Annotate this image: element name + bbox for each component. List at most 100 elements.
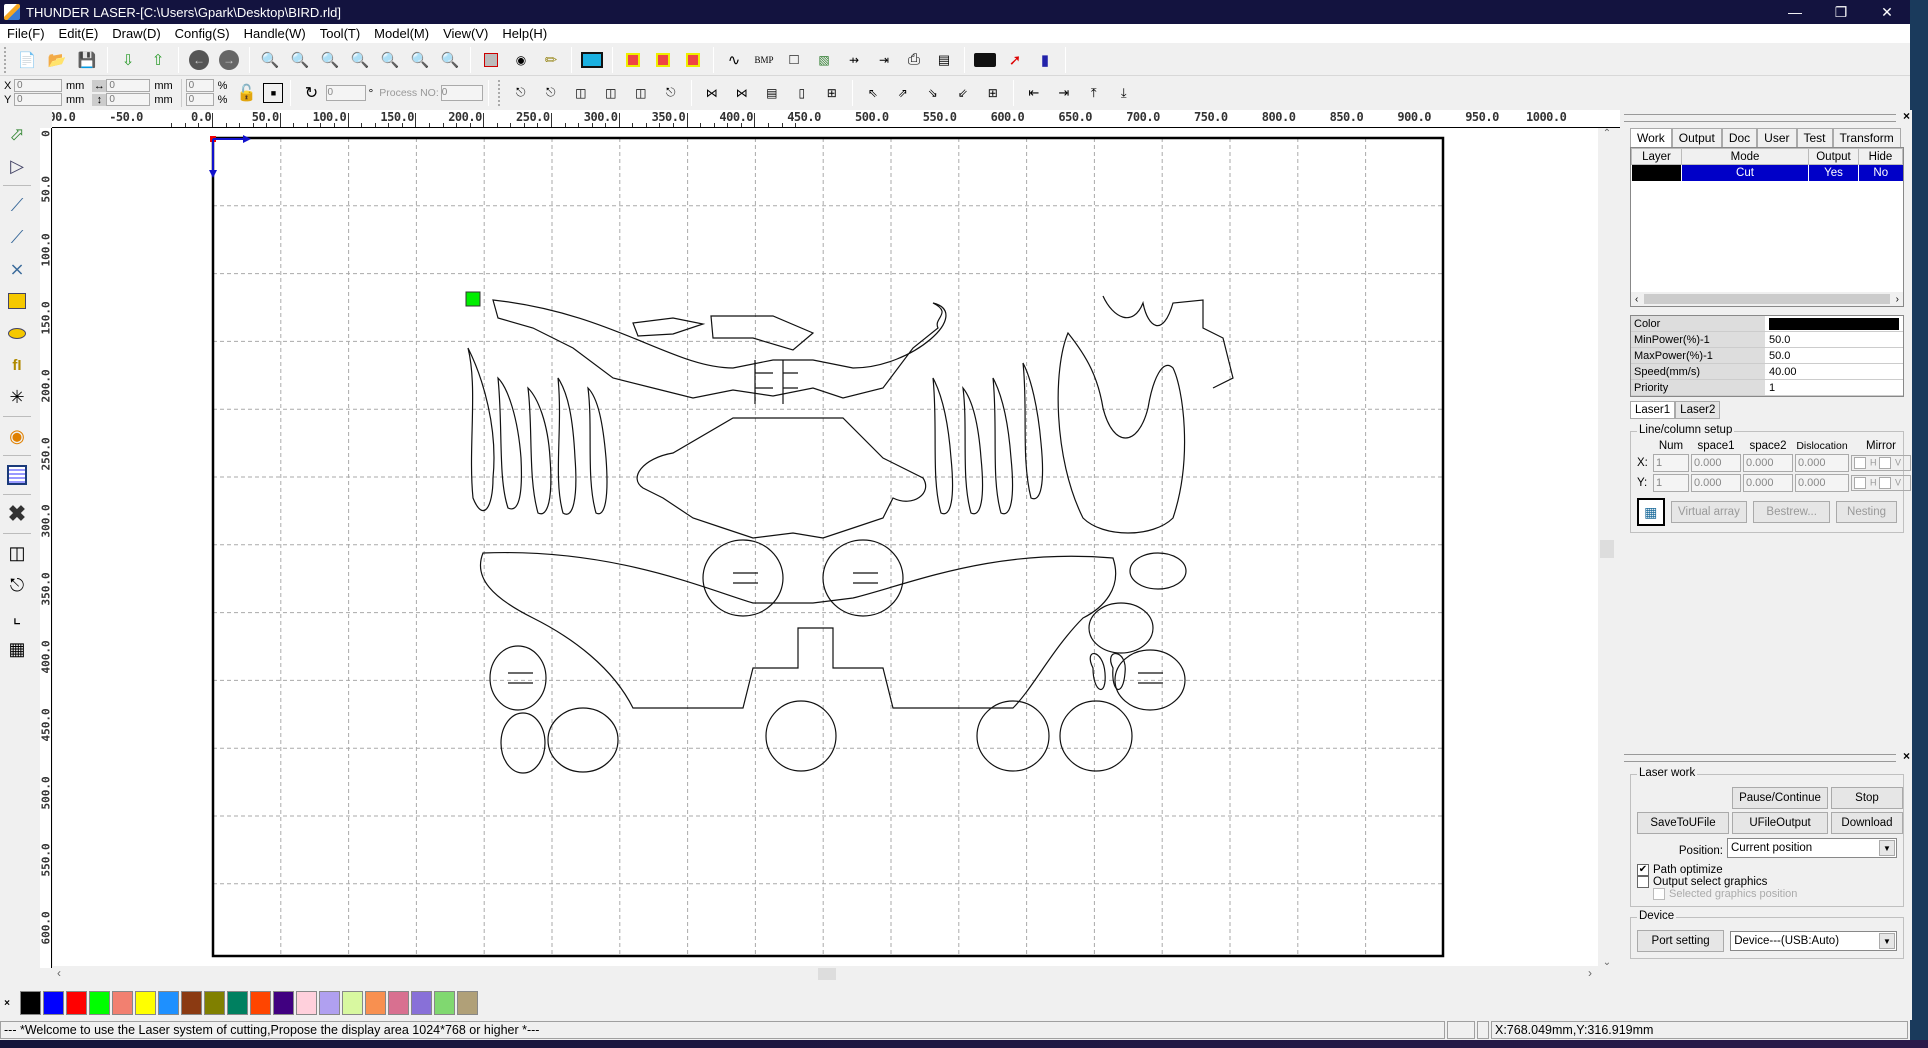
palette-swatch[interactable]	[181, 991, 202, 1015]
mirror-h-icon[interactable]: ◫	[3, 539, 31, 567]
arrow-up-icon[interactable]: ⤒	[1081, 80, 1107, 106]
layer-row[interactable]: Cut Yes No	[1631, 164, 1903, 181]
pen-tool-icon[interactable]: ✏	[538, 47, 564, 73]
align-edge-icon[interactable]: ⇥	[871, 47, 897, 73]
menu-help[interactable]: Help(H)	[495, 26, 554, 41]
color-swatch[interactable]	[1769, 317, 1899, 330]
horizontal-scroll-thumb[interactable]	[818, 968, 836, 980]
ufile-output-button[interactable]: UFileOutput	[1732, 812, 1828, 834]
space-h-icon[interactable]: ⋈	[699, 80, 725, 106]
nesting-button[interactable]: Nesting	[1836, 501, 1898, 523]
palette-swatch[interactable]	[204, 991, 225, 1015]
menu-model[interactable]: Model(M)	[367, 26, 436, 41]
drawing-canvas[interactable]	[53, 128, 1608, 966]
center-v-icon[interactable]: ⎋	[658, 80, 684, 106]
pause-continue-button[interactable]: Pause/Continue	[1732, 787, 1828, 809]
bestrew-button[interactable]: Bestrew...	[1753, 501, 1831, 523]
tab-work[interactable]: Work	[1630, 128, 1672, 147]
x-num-input[interactable]: 1	[1653, 454, 1689, 472]
tab-transform[interactable]: Transform	[1832, 128, 1901, 147]
layer-select-icon[interactable]	[650, 47, 676, 73]
column-header-layer[interactable]: Layer	[1631, 148, 1682, 165]
dist-h-icon[interactable]: ⇸	[841, 47, 867, 73]
palette-swatch[interactable]	[411, 991, 432, 1015]
scroll-up-icon[interactable]: ⌃	[1598, 128, 1616, 139]
horizontal-scrollbar[interactable]: ‹ ›	[53, 966, 1598, 982]
virtual-array-button[interactable]: Virtual array	[1670, 501, 1748, 523]
palette-swatch[interactable]	[250, 991, 271, 1015]
property-value[interactable]	[1765, 316, 1903, 331]
save-icon[interactable]: 💾	[74, 47, 100, 73]
zoom-auto-icon[interactable]: 🔍	[407, 47, 433, 73]
rectangle-icon[interactable]: □	[781, 47, 807, 73]
download-button[interactable]: Download	[1831, 812, 1903, 834]
x-space2-input[interactable]: 0.000	[1743, 454, 1793, 472]
palette-swatch[interactable]	[43, 991, 64, 1015]
restore-button[interactable]: ❐	[1818, 0, 1864, 24]
x-space1-input[interactable]: 0.000	[1691, 454, 1741, 472]
y-input[interactable]	[14, 93, 62, 106]
y-space2-input[interactable]: 0.000	[1743, 474, 1793, 492]
node-edit-icon[interactable]: ◉	[508, 47, 534, 73]
scroll-thumb[interactable]	[1644, 294, 1890, 304]
position-select[interactable]: Current position ▼	[1727, 838, 1897, 858]
path-optimize-checkbox[interactable]: ✔ Path optimize	[1637, 864, 1897, 876]
bmp-icon[interactable]: BMP	[751, 47, 777, 73]
width-lock-icon[interactable]: ↔	[92, 79, 107, 92]
layer-output-cell[interactable]: Yes	[1808, 164, 1859, 181]
reference-point-icon[interactable]: ■	[263, 82, 284, 103]
layer-list-icon[interactable]: ▤	[931, 47, 957, 73]
zoom-out-icon[interactable]: 🔍	[317, 47, 343, 73]
red-laser-icon[interactable]: ➚	[1002, 47, 1028, 73]
x-dislocation-input[interactable]: 0.000	[1795, 454, 1849, 472]
scroll-right-icon[interactable]: ›	[1588, 966, 1592, 980]
close-panel-icon[interactable]: ×	[1903, 109, 1910, 123]
zoom-in-icon[interactable]: 🔍	[287, 47, 313, 73]
same-size-icon[interactable]: ⊞	[819, 80, 845, 106]
stop-button[interactable]: Stop	[1831, 787, 1903, 809]
print-icon[interactable]: ⎙	[901, 47, 927, 73]
corner-center-icon[interactable]: ⊞	[980, 80, 1006, 106]
select-arrow-icon[interactable]: ⬀	[3, 120, 31, 148]
frame-corner-icon[interactable]: ⌞	[3, 603, 31, 631]
text-tool-icon[interactable]: fI	[3, 351, 31, 379]
vertical-scrollbar[interactable]: ⌃ ⌄	[1598, 128, 1616, 968]
corner-bl-icon[interactable]: ⇙	[950, 80, 976, 106]
menu-tool[interactable]: Tool(T)	[313, 26, 367, 41]
scroll-right-icon[interactable]: ›	[1896, 294, 1899, 305]
column-header-hide[interactable]: Hide	[1858, 148, 1903, 165]
zoom-fit-icon[interactable]: 🔍	[257, 47, 283, 73]
rotate-icon[interactable]: ↻	[298, 80, 324, 106]
menu-file[interactable]: File(F)	[0, 26, 52, 41]
tab-output[interactable]: Output	[1671, 128, 1722, 147]
y-dislocation-input[interactable]: 0.000	[1795, 474, 1849, 492]
delete-icon[interactable]: ✖	[3, 500, 31, 528]
selected-position-checkbox[interactable]: Selected graphics position	[1653, 888, 1897, 901]
property-value[interactable]: 50.0	[1765, 348, 1903, 363]
column-header-output[interactable]: Output	[1808, 148, 1859, 165]
space-v-icon[interactable]: ⋈	[729, 80, 755, 106]
align-left-diamond-icon[interactable]: ◫	[568, 80, 594, 106]
laser1-tab[interactable]: Laser1	[1630, 401, 1676, 419]
rectangle-tool-icon[interactable]	[3, 287, 31, 315]
menu-draw[interactable]: Draw(D)	[105, 26, 167, 41]
y-num-input[interactable]: 1	[1653, 474, 1689, 492]
menu-edit[interactable]: Edit(E)	[52, 26, 106, 41]
arrow-left-icon[interactable]: ⇤	[1021, 80, 1047, 106]
undo-icon[interactable]: ←	[186, 47, 212, 73]
property-value[interactable]: 40.00	[1765, 364, 1903, 379]
device-select[interactable]: Device---(USB:Auto) ▼	[1730, 931, 1897, 952]
node-select-icon[interactable]: ▷	[3, 152, 31, 180]
height-lock-icon[interactable]: ↕	[92, 93, 107, 106]
palette-swatch[interactable]	[342, 991, 363, 1015]
import-icon[interactable]: ⇩	[115, 47, 141, 73]
corner-tl-icon[interactable]: ⇖	[860, 80, 886, 106]
layer-select-dot-icon[interactable]	[680, 47, 706, 73]
polyline-icon[interactable]: ⟋	[3, 223, 31, 251]
scroll-left-icon[interactable]: ‹	[57, 966, 61, 980]
new-file-icon[interactable]: 📄	[14, 47, 40, 73]
close-laser-panel-icon[interactable]: ×	[1903, 749, 1910, 763]
y-mirror-checks[interactable]: H V	[1851, 475, 1911, 491]
tab-user[interactable]: User	[1757, 128, 1797, 147]
preview-monitor-icon[interactable]	[579, 47, 605, 73]
